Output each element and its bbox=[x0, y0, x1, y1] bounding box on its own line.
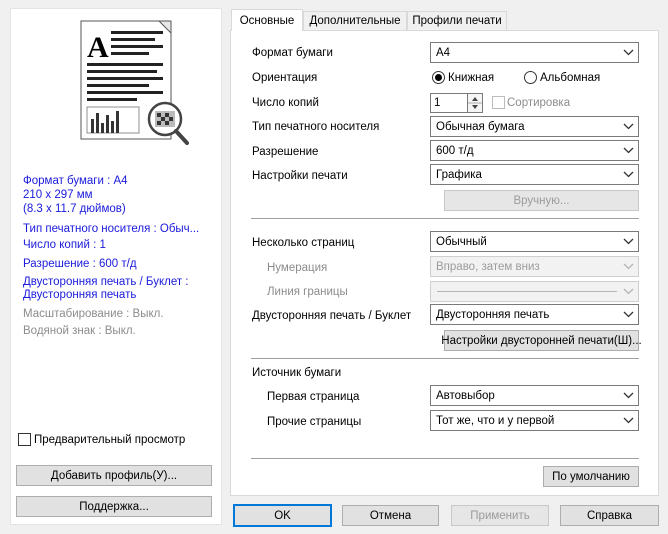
page-order-select[interactable]: Вправо, затем вниз bbox=[430, 256, 639, 277]
other-pages-select[interactable]: Тот же, что и у первой bbox=[430, 410, 639, 431]
page-order-value: Вправо, затем вниз bbox=[436, 260, 540, 273]
first-page-value: Автовыбор bbox=[436, 389, 495, 402]
collate-label: Сортировка bbox=[507, 97, 571, 109]
page-preview-icon: A bbox=[80, 20, 189, 145]
print-settings-value: Графика bbox=[436, 168, 482, 181]
tab-print-profiles[interactable]: Профили печати bbox=[407, 11, 507, 30]
first-page-select[interactable]: Автовыбор bbox=[430, 385, 639, 406]
duplex-settings-button[interactable]: Настройки двусторонней печати(Ш)... bbox=[441, 330, 642, 351]
orientation-portrait-radio[interactable] bbox=[432, 71, 445, 84]
apply-button[interactable]: Применить bbox=[451, 505, 549, 526]
tab-basic[interactable]: Основные bbox=[231, 9, 303, 31]
info-scaling: Масштабирование : Выкл. bbox=[23, 308, 164, 320]
preview-checkbox-label: Предварительный просмотр bbox=[34, 434, 186, 446]
paper-source-label: Источник бумаги bbox=[252, 367, 342, 379]
defaults-button[interactable]: По умолчанию bbox=[543, 466, 639, 487]
paper-size-select[interactable]: A4 bbox=[430, 42, 639, 63]
divider bbox=[251, 218, 639, 219]
svg-text:A: A bbox=[87, 31, 109, 64]
resolution-value: 600 т/д bbox=[436, 144, 474, 157]
info-paper-dimensions-mm: 210 x 297 мм bbox=[23, 189, 93, 201]
collate-checkbox[interactable] bbox=[492, 96, 505, 109]
paper-size-value: A4 bbox=[436, 46, 451, 59]
chevron-down-icon bbox=[623, 238, 634, 245]
copies-input[interactable]: 1 bbox=[430, 93, 468, 113]
media-type-select[interactable]: Обычная бумага bbox=[430, 116, 639, 137]
first-page-label: Первая страница bbox=[267, 391, 360, 403]
border-line-label: Линия границы bbox=[267, 286, 348, 298]
preview-panel: A Формат бумаги : A4 210 x 297 мм (8.3 x… bbox=[10, 8, 222, 525]
multiple-pages-value: Обычный bbox=[436, 235, 487, 248]
info-copies: Число копий : 1 bbox=[23, 239, 106, 251]
chevron-down-icon bbox=[623, 123, 634, 130]
page-order-label: Нумерация bbox=[267, 262, 328, 274]
chevron-down-icon bbox=[623, 147, 634, 154]
info-paper-dimensions-inch: (8.3 x 11.7 дюймов) bbox=[23, 203, 126, 215]
orientation-landscape-label: Альбомная bbox=[540, 72, 601, 84]
chevron-down-icon bbox=[623, 392, 634, 399]
resolution-label: Разрешение bbox=[252, 146, 319, 158]
info-duplex: Двусторонняя печать / Буклет : bbox=[23, 276, 189, 288]
multiple-pages-select[interactable]: Обычный bbox=[430, 231, 639, 252]
multiple-pages-label: Несколько страниц bbox=[252, 237, 355, 249]
add-profile-button[interactable]: Добавить профиль(У)... bbox=[16, 465, 212, 486]
duplex-value: Двусторонняя печать bbox=[436, 308, 550, 321]
duplex-label: Двусторонняя печать / Буклет bbox=[252, 310, 412, 322]
chevron-down-icon bbox=[623, 171, 634, 178]
chevron-down-icon bbox=[623, 288, 634, 295]
border-line-preview bbox=[437, 291, 617, 292]
media-type-value: Обычная бумага bbox=[436, 120, 525, 133]
cancel-button[interactable]: Отмена bbox=[342, 505, 439, 526]
ok-button[interactable]: OK bbox=[233, 504, 332, 527]
divider bbox=[251, 458, 639, 459]
border-line-select[interactable] bbox=[430, 281, 639, 302]
duplex-select[interactable]: Двусторонняя печать bbox=[430, 304, 639, 325]
other-pages-value: Тот же, что и у первой bbox=[436, 414, 555, 427]
orientation-portrait-label: Книжная bbox=[448, 72, 495, 84]
resolution-select[interactable]: 600 т/д bbox=[430, 140, 639, 161]
chevron-down-icon bbox=[623, 311, 634, 318]
other-pages-label: Прочие страницы bbox=[267, 416, 362, 428]
tab-advanced[interactable]: Дополнительные bbox=[303, 11, 407, 30]
paper-size-label: Формат бумаги bbox=[252, 47, 333, 59]
help-button[interactable]: Справка bbox=[560, 505, 659, 526]
copies-spinner[interactable] bbox=[467, 93, 483, 113]
print-settings-label: Настройки печати bbox=[252, 170, 348, 182]
chevron-down-icon bbox=[623, 49, 634, 56]
divider bbox=[251, 358, 639, 359]
chevron-down-icon bbox=[623, 263, 634, 270]
orientation-landscape-radio[interactable] bbox=[524, 71, 537, 84]
chevron-down-icon bbox=[623, 417, 634, 424]
copies-label: Число копий bbox=[252, 97, 319, 109]
support-button[interactable]: Поддержка... bbox=[16, 496, 212, 517]
info-resolution: Разрешение : 600 т/д bbox=[23, 258, 137, 270]
orientation-label: Ориентация bbox=[252, 72, 318, 84]
preview-checkbox[interactable] bbox=[18, 433, 31, 446]
print-settings-select[interactable]: Графика bbox=[430, 164, 639, 185]
media-type-label: Тип печатного носителя bbox=[252, 121, 380, 133]
info-watermark: Водяной знак : Выкл. bbox=[23, 325, 136, 337]
info-media-type: Тип печатного носителя : Обыч... bbox=[23, 223, 200, 235]
info-duplex-value: Двусторонняя печать bbox=[23, 289, 137, 301]
spinner-arrows-icon bbox=[468, 97, 482, 109]
info-paper-size: Формат бумаги : A4 bbox=[23, 175, 128, 187]
manual-settings-button[interactable]: Вручную... bbox=[444, 190, 639, 211]
